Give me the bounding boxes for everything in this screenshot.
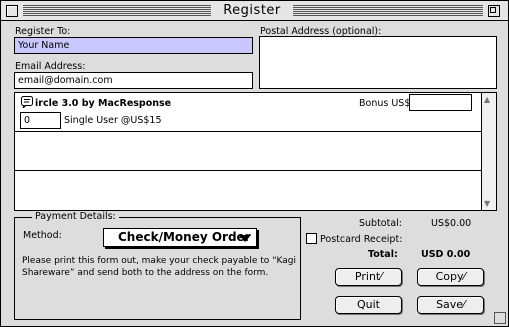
scroll-up-arrow-icon[interactable]: ▲ [484,95,490,104]
bonus-amount-field[interactable] [409,94,472,111]
save-button[interactable]: Save⁄ [417,296,484,314]
payment-method-value: Check/Money Order [118,230,251,244]
zoom-box-icon[interactable] [488,5,500,17]
print-button[interactable]: Print⁄ [335,268,402,286]
register-to-label: Register To: [15,26,71,37]
product-name: ircle 3.0 by MacResponse [35,98,172,109]
postal-address-field[interactable] [259,36,497,89]
total-value: USD 0.00 [421,249,471,260]
title-stripes-right [293,5,483,16]
total-label: Total: [368,249,398,260]
register-window: Register Register To: Your Name Email Ad… [0,0,509,327]
postcard-receipt-label: Postcard Receipt: [320,234,403,245]
quit-button[interactable]: Quit [335,296,402,314]
popup-arrow-icon [239,235,251,242]
title-stripes-left [23,5,211,16]
product-row-empty [15,132,482,171]
payment-method-popup[interactable]: Check/Money Order [103,228,257,247]
email-field[interactable]: email@domain.com [14,72,253,89]
product-list-scrollbar[interactable]: ▲ ▼ [481,93,496,210]
license-label: Single User @US$15 [64,115,162,126]
bonus-label: Bonus US$ [359,98,411,109]
resize-grip-icon[interactable] [494,312,506,324]
postcard-receipt-checkbox[interactable] [306,233,317,244]
window-title: Register [223,3,281,18]
payment-details-legend: Payment Details: [32,211,119,222]
title-bar[interactable]: Register [1,1,508,21]
quantity-field[interactable]: 0 [20,112,61,129]
method-label: Method: [23,230,62,241]
product-row[interactable]: ircle 3.0 by MacResponse Bonus US$ 0 Sin… [15,93,482,132]
copy-button[interactable]: Copy⁄ [417,268,484,286]
ircle-icon [21,96,33,109]
payment-instructions: Please print this form out, make your ch… [22,256,296,278]
subtotal-value: US$0.00 [431,218,472,229]
subtotal-label: Subtotal: [359,218,403,229]
register-to-field[interactable]: Your Name [14,37,253,54]
close-box-icon[interactable] [6,5,18,17]
scroll-down-arrow-icon[interactable]: ▼ [484,199,490,208]
email-label: Email Address: [15,61,86,72]
product-list: ircle 3.0 by MacResponse Bonus US$ 0 Sin… [14,92,497,211]
